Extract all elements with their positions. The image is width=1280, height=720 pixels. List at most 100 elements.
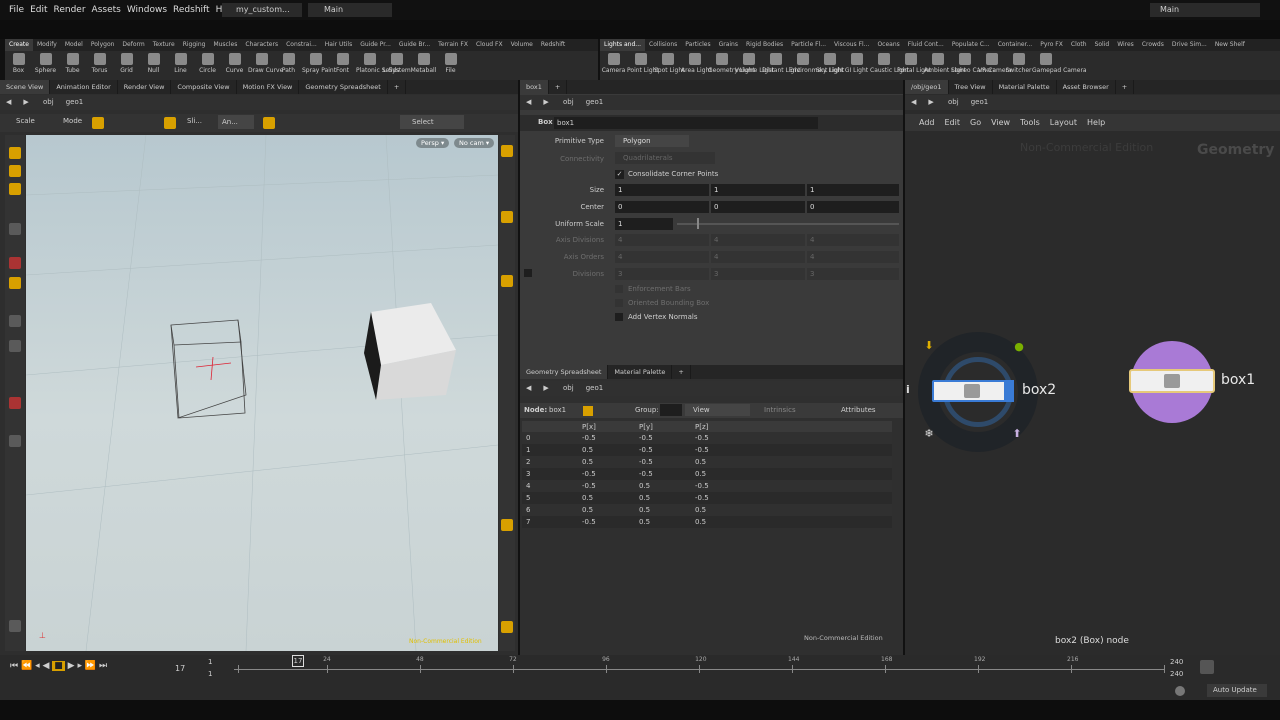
shelf-tool-14[interactable]: VR Camera <box>978 51 1012 74</box>
bypass-flag-icon[interactable]: ⬇ <box>920 337 938 355</box>
tool-icon[interactable] <box>9 147 21 159</box>
slice-label[interactable]: Sli... <box>187 117 202 125</box>
shelf-tab-6[interactable]: Rigging <box>179 39 210 51</box>
current-frame-marker[interactable]: 17 <box>292 655 304 667</box>
shelf-tab-15[interactable]: Volume <box>507 39 537 51</box>
shelf-tool-13[interactable]: Platonic Solids <box>356 51 399 74</box>
shelf-tool-3[interactable]: Area Light <box>681 51 712 74</box>
network-menu-tools[interactable]: Tools <box>1015 118 1045 127</box>
shelf-tool-2[interactable]: Spot Light <box>654 51 685 74</box>
tab-asset-browser[interactable]: Asset Browser <box>1057 80 1116 94</box>
shelf-tool-1[interactable]: Sphere <box>32 51 59 74</box>
tab-render-view[interactable]: Render View <box>118 80 172 94</box>
shelf-tool-9[interactable]: GI Light <box>843 51 870 74</box>
shelf-tab-2[interactable]: Model <box>61 39 87 51</box>
size-z-field[interactable]: 1 <box>807 184 899 196</box>
shelf-tool-1[interactable]: Point Light <box>627 51 659 74</box>
table-row[interactable]: 1 0.5 -0.5 -0.5 <box>522 444 892 456</box>
shelf-tab-12[interactable]: Cloth <box>1067 39 1091 51</box>
center-z-field[interactable]: 0 <box>807 201 899 213</box>
shelf-tool-2[interactable]: Tube <box>59 51 86 74</box>
template-flag-icon[interactable]: ● <box>1010 338 1028 356</box>
tool-icon[interactable] <box>9 165 21 177</box>
shelf-tool-4[interactable]: Geometry Light <box>708 51 755 74</box>
center-y-field[interactable]: 0 <box>711 201 805 213</box>
menu-assets[interactable]: Assets <box>89 0 124 20</box>
enforcement-bars-checkbox[interactable] <box>615 285 623 293</box>
end-frame-2[interactable]: 240 <box>1170 670 1183 678</box>
add-tab-button[interactable]: + <box>388 80 407 94</box>
an-dropdown[interactable]: An... <box>218 115 254 129</box>
shelf-tab-14[interactable]: Cloud FX <box>472 39 507 51</box>
scale-tool-icon[interactable] <box>9 277 21 289</box>
group-field[interactable] <box>660 404 682 416</box>
display-icon[interactable] <box>501 621 513 633</box>
path-obj[interactable]: obj <box>557 95 580 110</box>
table-row[interactable]: 4 -0.5 0.5 -0.5 <box>522 480 892 492</box>
tab-material-palette[interactable]: Material Palette <box>993 80 1057 94</box>
network-menu-layout[interactable]: Layout <box>1045 118 1082 127</box>
tool-icon[interactable] <box>9 340 21 352</box>
shelf-tool-8[interactable]: Curve <box>221 51 248 74</box>
path-geo1[interactable]: geo1 <box>965 95 995 110</box>
shelf-tool-12[interactable]: Font <box>329 51 356 74</box>
shelf-tool-4[interactable]: Grid <box>113 51 140 74</box>
tab-obj-geo1[interactable]: /obj/geo1 <box>905 80 949 94</box>
update-icon[interactable] <box>1175 686 1185 696</box>
right-desktop-dropdown[interactable]: Main <box>1150 3 1260 17</box>
network-menu-help[interactable]: Help <box>1082 118 1110 127</box>
table-row[interactable]: 0 -0.5 -0.5 -0.5 <box>522 432 892 444</box>
shelf-tab-13[interactable]: Terrain FX <box>434 39 472 51</box>
network-dropdown[interactable]: Main <box>308 3 392 17</box>
select-dropdown[interactable]: Select <box>400 115 464 129</box>
shelf-tool-16[interactable]: Gamepad Camera <box>1032 51 1087 74</box>
view-dropdown[interactable]: View <box>685 404 750 416</box>
div-y-field[interactable]: 3 <box>711 268 805 280</box>
path-geo1[interactable]: geo1 <box>580 95 610 110</box>
shelf-tool-12[interactable]: Ambient Light <box>924 51 966 74</box>
shelf-tool-11[interactable]: Spray Paint <box>302 51 336 74</box>
tab-tree-view[interactable]: Tree View <box>949 80 993 94</box>
shelf-tab-7[interactable]: Muscles <box>209 39 241 51</box>
select-mode-icon[interactable] <box>164 117 176 129</box>
display-icon[interactable] <box>501 145 513 157</box>
shelf-tool-14[interactable]: L-System <box>383 51 411 74</box>
lock-flag-icon[interactable]: ❄ <box>920 425 938 443</box>
axis-div-z-field[interactable]: 4 <box>807 234 899 246</box>
shelf-tab-11[interactable]: Pyro FX <box>1036 39 1067 51</box>
table-row[interactable]: 3 -0.5 -0.5 0.5 <box>522 468 892 480</box>
shelf-tab-17[interactable]: New Shelf <box>1211 39 1249 51</box>
network-menu-edit[interactable]: Edit <box>940 118 966 127</box>
3d-viewport[interactable]: Persp ▾ No cam ▾ Non-Commercial Edition … <box>25 134 499 652</box>
shelf-tool-13[interactable]: Stereo Camera <box>951 51 996 74</box>
table-row[interactable]: 6 0.5 0.5 0.5 <box>522 504 892 516</box>
shelf-tool-7[interactable]: Environment Light <box>789 51 844 74</box>
path-obj[interactable]: obj <box>942 95 965 110</box>
node-box1[interactable] <box>1129 369 1215 393</box>
tab-motion-fx-view[interactable]: Motion FX View <box>237 80 300 94</box>
tab-material-palette[interactable]: Material Palette <box>608 365 673 379</box>
back-icon[interactable]: ◀ <box>520 95 537 110</box>
menu-redshift[interactable]: Redshift <box>170 0 213 20</box>
uniform-scale-field[interactable]: 1 <box>615 218 673 230</box>
timeline-ruler[interactable]: 24 48 72 96 120 144 168 192 216 <box>0 655 1280 683</box>
shelf-tool-6[interactable]: Line <box>167 51 194 74</box>
shelf-tool-16[interactable]: File <box>437 51 464 74</box>
shelf-tab-0[interactable]: Lights and... <box>600 39 646 51</box>
display-icon[interactable] <box>501 211 513 223</box>
tab-box1[interactable]: box1 <box>520 80 549 94</box>
shelf-tab-9[interactable]: Populate C... <box>948 39 994 51</box>
slider-handle[interactable] <box>697 218 699 229</box>
shelf-tab-4[interactable]: Rigid Bodies <box>742 39 787 51</box>
div-x-field[interactable]: 3 <box>615 268 709 280</box>
forward-icon[interactable]: ▶ <box>537 95 554 110</box>
consolidate-checkbox[interactable]: ✓ <box>615 170 624 179</box>
add-tab-button[interactable]: + <box>549 80 568 94</box>
shelf-tab-8[interactable]: Characters <box>241 39 282 51</box>
add-tab-button[interactable]: + <box>1116 80 1135 94</box>
menu-edit[interactable]: Edit <box>27 0 50 20</box>
search-icon[interactable] <box>1200 660 1214 674</box>
shelf-tab-10[interactable]: Hair Utils <box>321 39 356 51</box>
points-mode-icon[interactable] <box>583 406 593 416</box>
axis-div-y-field[interactable]: 4 <box>711 234 805 246</box>
